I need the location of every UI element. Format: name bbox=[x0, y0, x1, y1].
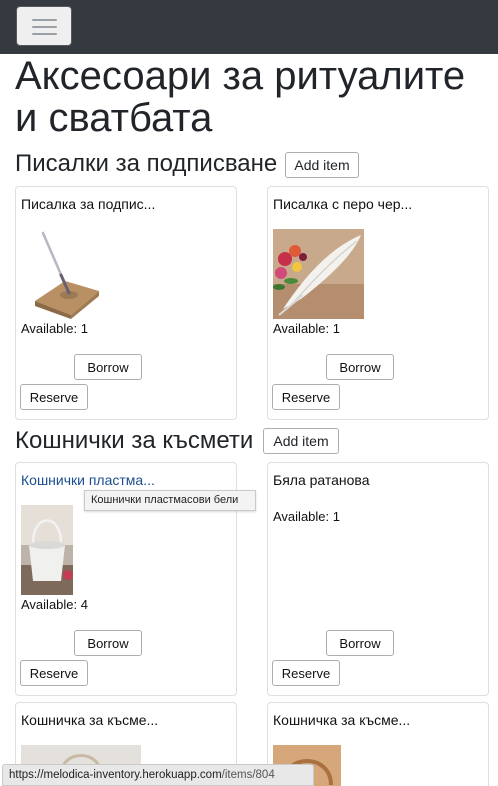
borrow-button[interactable]: Borrow bbox=[326, 630, 394, 656]
section-heading-pens: Писалки за подписване bbox=[15, 150, 278, 177]
white-basket-image[interactable] bbox=[21, 505, 73, 595]
status-url-host: https://melodica-inventory.herokuapp.com bbox=[9, 769, 222, 781]
hamburger-menu-icon[interactable] bbox=[16, 6, 72, 46]
tooltip: Кошнички пластмасови бели bbox=[84, 490, 256, 511]
reserve-button[interactable]: Reserve bbox=[272, 384, 340, 410]
reserve-button[interactable]: Reserve bbox=[272, 660, 340, 686]
page-title: Аксесоари за ритуалите и сватбата bbox=[15, 54, 466, 140]
reserve-button[interactable]: Reserve bbox=[20, 660, 88, 686]
borrow-button[interactable]: Borrow bbox=[74, 354, 142, 380]
item-card: Бяла ратанова Available: 1 Borrow Reserv… bbox=[267, 462, 489, 696]
availability-text: Available: 4 bbox=[21, 597, 88, 612]
feather-pen-with-flowers-image[interactable] bbox=[273, 229, 364, 319]
item-title[interactable]: Писалка за подпис... bbox=[21, 195, 155, 213]
borrow-button[interactable]: Borrow bbox=[326, 354, 394, 380]
navbar bbox=[0, 0, 498, 54]
item-title[interactable]: Кошничка за късме... bbox=[273, 711, 410, 729]
item-card: Писалка за подпис... Available: 1 Borrow… bbox=[15, 186, 237, 420]
availability-text: Available: 1 bbox=[273, 509, 340, 524]
reserve-button[interactable]: Reserve bbox=[20, 384, 88, 410]
section-heading-baskets: Кошнички за късмети bbox=[15, 427, 254, 454]
add-item-button-pens[interactable]: Add item bbox=[285, 152, 359, 178]
link-preview-status-bar: https://melodica-inventory.herokuapp.com… bbox=[2, 764, 314, 786]
borrow-button[interactable]: Borrow bbox=[74, 630, 142, 656]
status-url-path: /items/804 bbox=[221, 769, 275, 781]
item-title[interactable]: Бяла ратанова bbox=[273, 471, 370, 489]
item-title[interactable]: Писалка с перо чер... bbox=[273, 195, 412, 213]
item-card: Писалка с перо чер... Available: 1 Borro… bbox=[267, 186, 489, 420]
item-title-link[interactable]: Кошнички пластма... bbox=[21, 471, 155, 489]
availability-text: Available: 1 bbox=[21, 321, 88, 336]
add-item-button-baskets[interactable]: Add item bbox=[263, 428, 339, 454]
wedding-pen-stand-image[interactable] bbox=[21, 229, 112, 319]
availability-text: Available: 1 bbox=[273, 321, 340, 336]
item-title[interactable]: Кошничка за късме... bbox=[21, 711, 158, 729]
